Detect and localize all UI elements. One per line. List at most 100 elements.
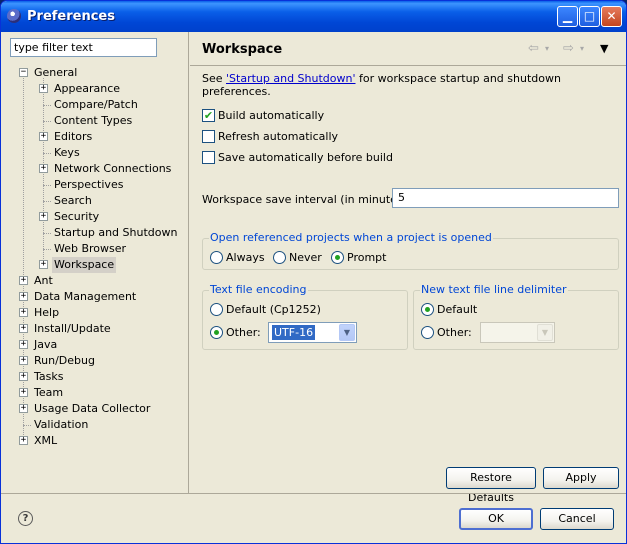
eclipse-icon <box>7 9 21 23</box>
radio-circle[interactable] <box>273 251 286 264</box>
expand-icon[interactable]: + <box>19 356 28 365</box>
expand-icon[interactable]: + <box>19 324 28 333</box>
expand-icon[interactable]: + <box>39 164 48 173</box>
open-projects-legend: Open referenced projects when a project … <box>209 231 493 244</box>
header-separator <box>190 65 626 66</box>
tree-item-network-connections[interactable]: + Network Connections <box>39 161 173 177</box>
minimize-icon: ▁ <box>562 9 573 23</box>
encoding-combo[interactable]: UTF-16 ▼ <box>268 322 357 343</box>
expand-icon[interactable]: + <box>39 84 48 93</box>
encoding-other-radio[interactable]: Other: <box>210 326 261 340</box>
encoding-default-radio[interactable]: Default (Cp1252) <box>210 303 321 317</box>
expand-icon[interactable]: + <box>19 340 28 349</box>
help-icon[interactable]: ? <box>18 511 33 526</box>
ok-button[interactable]: OK <box>459 508 533 530</box>
tree-item-xml[interactable]: + XML <box>19 433 59 449</box>
expand-icon[interactable]: + <box>39 212 48 221</box>
chevron-down-icon[interactable]: ▼ <box>339 324 355 341</box>
expand-icon[interactable]: + <box>19 388 28 397</box>
expand-icon[interactable]: + <box>19 276 28 285</box>
tree-item-validation[interactable]: Validation <box>19 417 90 433</box>
tree-item-appearance[interactable]: + Appearance <box>39 81 122 97</box>
text-encoding-legend: Text file encoding <box>209 283 308 296</box>
tree-item-team[interactable]: + Team <box>19 385 65 401</box>
tree-item-keys[interactable]: Keys <box>39 145 82 161</box>
open-projects-group: Open referenced projects when a project … <box>202 231 619 270</box>
expand-icon[interactable]: + <box>19 308 28 317</box>
tree-item-perspectives[interactable]: Perspectives <box>39 177 125 193</box>
expand-icon[interactable]: + <box>19 372 28 381</box>
checkmark-icon[interactable]: ✔ <box>202 109 215 122</box>
back-arrow-icon[interactable]: ⇦ <box>528 41 539 56</box>
title-bar[interactable]: Preferences ▁ □ ✕ <box>1 1 626 32</box>
delimiter-combo: ▼ <box>480 322 555 343</box>
cancel-button[interactable]: Cancel <box>540 508 614 530</box>
window-title: Preferences <box>27 9 115 24</box>
tree-item-label: Validation <box>34 418 89 431</box>
always-label: Always <box>226 251 265 264</box>
tree-item-search[interactable]: Search <box>39 193 94 209</box>
maximize-button[interactable]: □ <box>579 6 600 27</box>
tree-item-help[interactable]: + Help <box>19 305 61 321</box>
tree-item-label: Team <box>34 386 64 399</box>
tree-item-label: Startup and Shutdown <box>54 226 178 239</box>
tree-item-usage-data-collector[interactable]: + Usage Data Collector <box>19 401 152 417</box>
tree-item-label: Compare/Patch <box>54 98 138 111</box>
view-menu-icon[interactable]: ▼ <box>600 42 608 55</box>
tree-item-java[interactable]: + Java <box>19 337 59 353</box>
restore-defaults-button[interactable]: Restore Defaults <box>446 467 536 504</box>
tree-item-label: Java <box>34 338 58 351</box>
save-before-build-checkbox[interactable]: Save automatically before build <box>202 151 393 165</box>
radio-selected[interactable] <box>331 251 344 264</box>
expand-icon[interactable]: + <box>19 436 28 445</box>
filter-input[interactable] <box>10 38 157 57</box>
delimiter-other-radio[interactable]: Other: <box>421 326 472 340</box>
save-interval-input[interactable]: 5 <box>392 188 619 208</box>
always-radio[interactable]: Always <box>210 251 265 265</box>
minimize-button[interactable]: ▁ <box>557 6 578 27</box>
expand-icon[interactable]: + <box>39 260 48 269</box>
tree-item-content-types[interactable]: Content Types <box>39 113 134 129</box>
radio-circle[interactable] <box>210 251 223 264</box>
expand-icon[interactable]: + <box>19 292 28 301</box>
tree-item-label: Appearance <box>54 82 121 95</box>
panel-sash[interactable] <box>188 32 189 493</box>
tree-item-tasks[interactable]: + Tasks <box>19 369 65 385</box>
tree-item-data-management[interactable]: + Data Management <box>19 289 138 305</box>
radio-circle[interactable] <box>421 326 434 339</box>
tree-item-startup-shutdown[interactable]: Startup and Shutdown <box>39 225 179 241</box>
refresh-automatically-checkbox[interactable]: Refresh automatically <box>202 130 338 144</box>
tree-item-compare-patch[interactable]: Compare/Patch <box>39 97 140 113</box>
tree-item-web-browser[interactable]: Web Browser <box>39 241 128 257</box>
tree-item-install-update[interactable]: + Install/Update <box>19 321 113 337</box>
tree-item-workspace[interactable]: + Workspace <box>39 257 117 273</box>
never-radio[interactable]: Never <box>273 251 322 265</box>
prompt-label: Prompt <box>347 251 387 264</box>
tree-item-editors[interactable]: + Editors <box>39 129 94 145</box>
preferences-tree: − General + Appearance Compare/Patch Con… <box>9 65 187 485</box>
startup-shutdown-link[interactable]: 'Startup and Shutdown' <box>226 72 355 85</box>
close-button[interactable]: ✕ <box>601 6 622 27</box>
forward-dropdown-icon[interactable]: ▾ <box>580 44 584 53</box>
radio-selected[interactable] <box>421 303 434 316</box>
apply-button[interactable]: Apply <box>543 467 619 489</box>
build-automatically-checkbox[interactable]: ✔ Build automatically <box>202 109 324 123</box>
save-before-build-label: Save automatically before build <box>218 151 393 164</box>
preferences-window: Preferences ▁ □ ✕ − General + Appearance… <box>0 0 627 544</box>
radio-selected[interactable] <box>210 326 223 339</box>
tree-item-ant[interactable]: + Ant <box>19 273 55 289</box>
tree-branch <box>43 201 51 202</box>
back-dropdown-icon[interactable]: ▾ <box>545 44 549 53</box>
checkbox-box[interactable] <box>202 130 215 143</box>
forward-arrow-icon[interactable]: ⇨ <box>563 41 574 56</box>
radio-circle[interactable] <box>210 303 223 316</box>
prompt-radio[interactable]: Prompt <box>331 251 386 265</box>
checkbox-box[interactable] <box>202 151 215 164</box>
delimiter-default-radio[interactable]: Default <box>421 303 477 317</box>
expand-icon[interactable]: + <box>19 404 28 413</box>
tree-item-general[interactable]: − General <box>19 65 79 81</box>
expand-icon[interactable]: + <box>39 132 48 141</box>
tree-item-run-debug[interactable]: + Run/Debug <box>19 353 97 369</box>
tree-item-security[interactable]: + Security <box>39 209 101 225</box>
collapse-icon[interactable]: − <box>19 68 28 77</box>
